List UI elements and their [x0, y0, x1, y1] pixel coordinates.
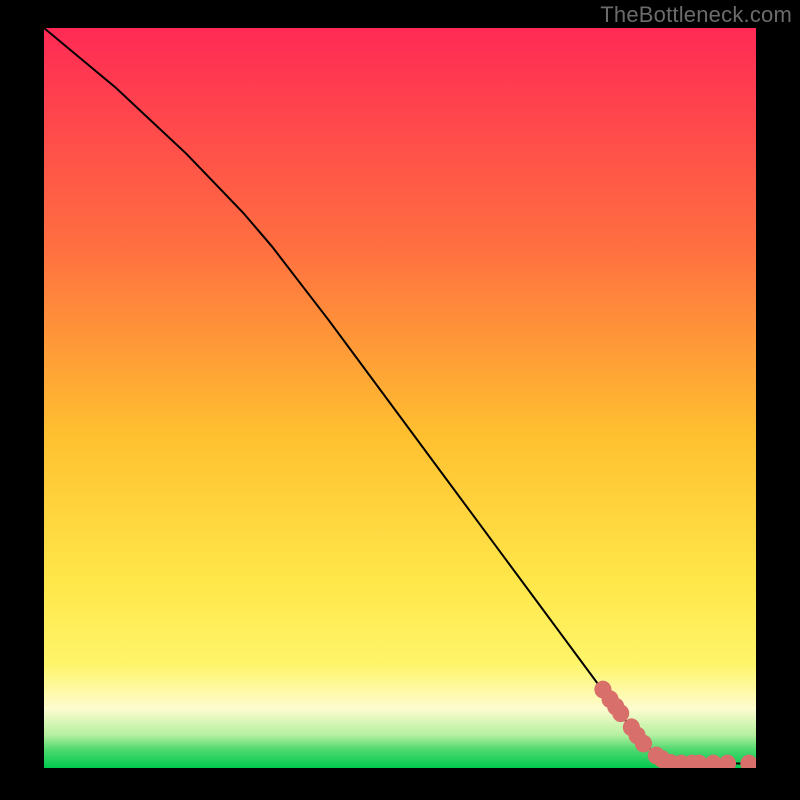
background-rect: [44, 28, 756, 768]
threshold-dot: [635, 735, 652, 753]
chart-frame: TheBottleneck.com: [0, 0, 800, 800]
chart-svg: [44, 28, 756, 768]
plot-area: [44, 28, 756, 768]
threshold-dot: [612, 704, 629, 722]
watermark-text: TheBottleneck.com: [600, 2, 792, 28]
